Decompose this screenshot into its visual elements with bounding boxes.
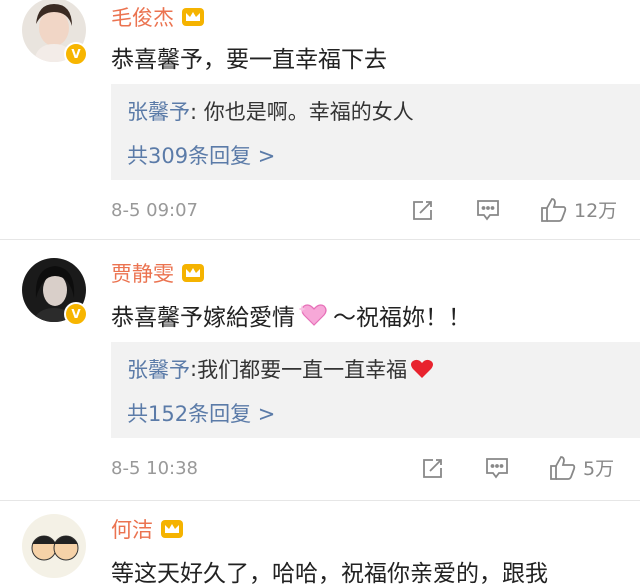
comment-icon [486, 458, 508, 479]
reply-text: 我们都要一直一直幸福 [197, 358, 408, 382]
reply-box[interactable]: 张馨予: 你也是啊。幸福的女人 共309条回复 > [111, 84, 640, 180]
comment-author[interactable]: 何洁 [111, 514, 185, 544]
sparkle-heart-emoji [299, 304, 327, 326]
like-button[interactable]: 5万 [549, 454, 614, 481]
comment-time: 8-5 10:38 [111, 458, 198, 479]
avatar[interactable] [22, 514, 86, 578]
repost-icon [413, 201, 432, 220]
divider [0, 239, 640, 240]
like-icon [541, 197, 567, 222]
reply-count-link[interactable]: 共152条回复 > [127, 398, 275, 428]
reply-author[interactable]: 张馨予 [127, 100, 190, 124]
comment-text: 等这天好久了，哈哈，祝福你亲爱的，跟我 [111, 561, 548, 587]
comment-text: 恭喜馨予嫁給愛情 ～祝福妳！！ [111, 298, 471, 332]
repost-button[interactable] [411, 198, 435, 222]
comment-button[interactable] [484, 456, 510, 480]
divider [0, 500, 640, 501]
comment-icon [477, 200, 499, 221]
reply-separator: : [190, 357, 198, 381]
author-name[interactable]: 毛俊杰 [111, 2, 174, 32]
author-name[interactable]: 贾静雯 [111, 258, 174, 288]
verified-badge-icon: V [64, 42, 88, 66]
reply-author[interactable]: 张馨予 [127, 354, 190, 384]
repost-button[interactable] [421, 456, 445, 480]
heart-emoji [411, 359, 434, 378]
reply-box[interactable]: 张馨予: 我们都要一直一直幸福 共152条回复 > [111, 342, 640, 438]
comment-author[interactable]: 贾静雯 [111, 258, 206, 288]
reply-preview: 张馨予: 我们都要一直一直幸福 [127, 354, 434, 384]
comment-button[interactable] [475, 198, 501, 222]
comment-author[interactable]: 毛俊杰 [111, 2, 206, 32]
comment-text-part: 恭喜馨予嫁給愛情 [111, 305, 295, 331]
repost-icon [423, 459, 442, 478]
reply-preview: 张馨予: 你也是啊。幸福的女人 [127, 96, 414, 126]
reply-count-link[interactable]: 共309条回复 > [127, 140, 275, 170]
crown-icon [182, 8, 204, 26]
crown-icon [161, 520, 183, 538]
comment-text: 恭喜馨予，要一直幸福下去 [111, 47, 387, 73]
like-button[interactable]: 12万 [540, 196, 617, 223]
reply-separator: : [190, 100, 204, 124]
like-icon [550, 455, 576, 480]
verified-badge-icon: V [64, 302, 88, 326]
crown-icon [182, 264, 204, 282]
comment-text-part: ～祝福妳！！ [333, 305, 471, 331]
reply-text: 你也是啊。幸福的女人 [203, 100, 414, 124]
like-count: 12万 [574, 200, 618, 222]
author-name[interactable]: 何洁 [111, 514, 153, 544]
like-count: 5万 [583, 458, 615, 480]
comment-time: 8-5 09:07 [111, 200, 198, 221]
